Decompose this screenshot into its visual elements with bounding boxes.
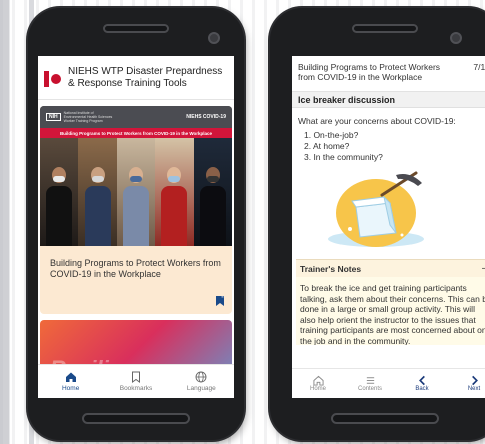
ice-pick-icon — [328, 171, 424, 247]
speaker-grille — [352, 24, 418, 33]
chevron-right-icon — [471, 375, 478, 386]
trainers-notes-header[interactable]: Trainer's Notes — — [296, 259, 485, 277]
cover-header: NIH National Institute of Environmental … — [40, 106, 232, 128]
home-button — [82, 413, 190, 424]
front-camera — [450, 32, 462, 44]
bookmark-icon — [131, 371, 140, 383]
nav-home[interactable]: Home — [292, 369, 344, 398]
card-cover-image: NIH National Institute of Environmental … — [40, 106, 232, 246]
nav-back[interactable]: Back — [396, 369, 448, 398]
worker-photos — [40, 138, 232, 246]
list-item: 2. At home? — [304, 141, 350, 151]
lesson-nav: Home Contents Back Next — [292, 368, 485, 398]
list-item: 1. On-the-job? — [304, 130, 359, 140]
list-item: 3. In the community? — [304, 152, 383, 162]
screen-home: NIEHS WTP Disaster Prepardness & Respons… — [38, 56, 234, 398]
bookmark-add-icon[interactable] — [216, 296, 224, 306]
training-feed[interactable]: NIH National Institute of Environmental … — [38, 102, 234, 364]
nav-next[interactable]: Next — [448, 369, 485, 398]
niehs-logo-icon — [44, 69, 62, 87]
question-text: What are your concerns about COVID-19: — [298, 116, 456, 126]
home-button — [331, 413, 439, 424]
lesson-body: What are your concerns about COVID-19: 1… — [292, 108, 485, 259]
app-title: NIEHS WTP Disaster Prepardness & Respons… — [68, 65, 223, 89]
lesson-header: Building Programs to Protect Workers fro… — [292, 56, 485, 92]
home-icon — [65, 372, 76, 382]
home-icon — [312, 375, 324, 386]
card-title: Building Programs to Protect Workers fro… — [50, 258, 221, 279]
ice-pick-illustration — [298, 167, 485, 251]
cover-tag: NIEHS COVID-19 — [186, 114, 226, 120]
trainers-notes-text: To break the ice and get training partic… — [296, 277, 485, 345]
nav-bookmarks[interactable]: Bookmarks — [103, 365, 168, 398]
chevron-left-icon — [418, 375, 425, 386]
lesson-title: Building Programs to Protect Workers fro… — [298, 62, 441, 82]
section-title: Ice breaker discussion — [298, 94, 396, 105]
speaker-grille — [103, 24, 169, 33]
screen-lesson: Building Programs to Protect Workers fro… — [292, 56, 485, 398]
nav-home[interactable]: Home — [38, 365, 103, 398]
app-header: NIEHS WTP Disaster Prepardness & Respons… — [38, 56, 234, 100]
page-counter: 7/115 — [473, 62, 485, 72]
bottom-nav: Home Bookmarks Language — [38, 364, 234, 398]
nih-logo: NIH — [46, 113, 61, 121]
training-card-resilience[interactable]: Resilie — [40, 320, 232, 364]
card2-cover-text: Resilie — [50, 356, 121, 364]
list-icon — [366, 377, 374, 384]
question-list: 1. On-the-job? 2. At home? 3. In the com… — [298, 130, 485, 163]
cover-banner: Building Programs to Protect Workers fro… — [40, 128, 232, 138]
nav-language[interactable]: Language — [169, 365, 234, 398]
phone-left: NIEHS WTP Disaster Prepardness & Respons… — [28, 8, 244, 440]
card-body: Building Programs to Protect Workers fro… — [40, 246, 232, 314]
training-card-covid[interactable]: NIH National Institute of Environmental … — [40, 106, 232, 314]
globe-icon — [195, 371, 207, 383]
section-bar: Ice breaker discussion — [292, 92, 485, 108]
nav-contents[interactable]: Contents — [344, 369, 396, 398]
front-camera — [208, 32, 220, 44]
trainers-notes-label: Trainer's Notes — [300, 263, 362, 274]
phone-right: Building Programs to Protect Workers fro… — [270, 8, 485, 440]
nih-text: National Institute of Environmental Heal… — [63, 111, 113, 123]
